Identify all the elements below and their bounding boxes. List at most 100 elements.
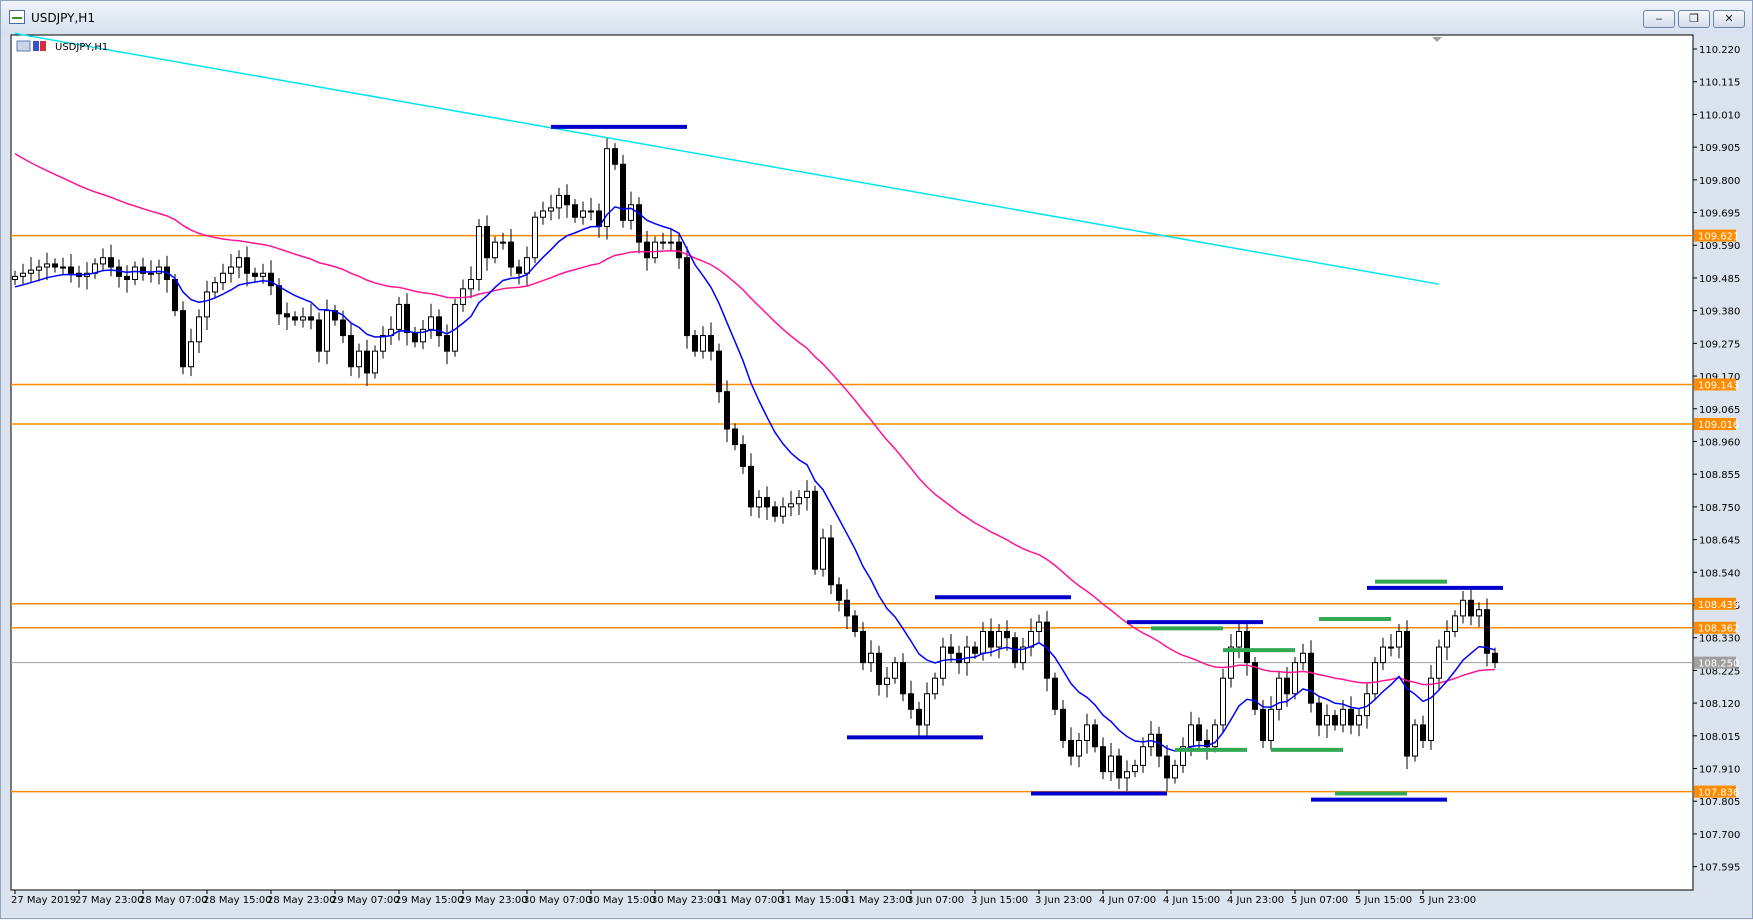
candle-body <box>1116 755 1122 779</box>
candle <box>476 219 482 291</box>
candle-body <box>1268 708 1274 741</box>
candle-body <box>1140 746 1146 766</box>
level-price-label: 109.621 <box>1698 232 1739 243</box>
level-price-label: 109.016 <box>1698 420 1739 431</box>
candle-body <box>356 350 362 368</box>
x-tick-label: 28 May 15:00 <box>203 895 272 906</box>
candle-body <box>412 331 418 343</box>
candle-body <box>372 350 378 374</box>
candle-body <box>148 272 154 275</box>
chart-window: USDJPY,H1 ‒ ❐ ✕ 110.220 110.115 110.010 109… <box>0 0 1753 919</box>
candle-body <box>652 241 658 259</box>
x-tick-label: 4 Jun 07:00 <box>1099 895 1156 906</box>
level-price-label: 108.439 <box>1698 600 1739 611</box>
candle <box>1220 668 1226 733</box>
sell-icon[interactable] <box>40 41 46 51</box>
candle-body <box>68 266 74 274</box>
candle-body <box>1076 739 1082 757</box>
candle-body <box>1236 630 1242 648</box>
candle-body <box>532 216 538 259</box>
y-tick-label: 110.115 <box>1699 78 1740 89</box>
candle-body <box>1380 646 1386 664</box>
candle-body <box>924 693 930 726</box>
candle-body <box>220 272 226 284</box>
candle-body <box>436 316 442 337</box>
candle-body <box>548 207 554 212</box>
candle-body <box>348 335 354 368</box>
candle-body <box>1404 630 1410 757</box>
candle-body <box>644 241 650 259</box>
candle-body <box>740 444 746 467</box>
y-tick-label: 108.750 <box>1699 503 1740 514</box>
x-tick-label: 29 May 07:00 <box>331 895 400 906</box>
candle-body <box>1068 739 1074 757</box>
x-tick-label: 30 May 15:00 <box>587 895 656 906</box>
level-price-label: 109.143 <box>1698 380 1739 391</box>
y-tick-label: 110.220 <box>1699 45 1740 56</box>
y-tick-label: 107.595 <box>1699 863 1740 874</box>
symbol-list-icon[interactable] <box>16 40 31 52</box>
candle-body <box>860 630 866 664</box>
candle-body <box>1396 630 1402 648</box>
candle <box>1372 657 1378 700</box>
candle-body <box>52 263 58 268</box>
candle <box>620 154 626 228</box>
candle-body <box>1428 677 1434 741</box>
candle-body <box>676 241 682 259</box>
candle-body <box>836 584 842 601</box>
candle-body <box>628 204 634 221</box>
candle-body <box>364 350 370 374</box>
candle-body <box>1468 599 1474 617</box>
candle-body <box>324 310 330 352</box>
candle-body <box>524 257 530 274</box>
x-tick-label: 29 May 15:00 <box>395 895 464 906</box>
x-tick-label: 3 Jun 23:00 <box>1035 895 1092 906</box>
candle-body <box>132 266 138 281</box>
candle-body <box>812 490 818 570</box>
candle-body <box>844 599 850 617</box>
candle-body <box>884 677 890 685</box>
candle-body <box>996 630 1002 648</box>
candle-body <box>1292 662 1298 695</box>
candle-body <box>1276 677 1282 710</box>
candle-body <box>580 210 586 218</box>
candle-body <box>716 350 722 393</box>
price-chart[interactable]: 110.220 110.115 110.010 109.905 109.800 109.6… <box>1 1 1753 920</box>
x-tick-label: 31 May 23:00 <box>843 895 912 906</box>
candle-body <box>564 194 570 206</box>
x-tick-label: 4 Jun 15:00 <box>1163 895 1220 906</box>
candle-body <box>1492 652 1498 664</box>
y-tick-label: 109.065 <box>1699 405 1740 416</box>
candle-body <box>1412 724 1418 757</box>
candle-body <box>268 272 274 287</box>
candle-body <box>12 275 18 281</box>
candle-body <box>188 341 194 368</box>
plot-area[interactable] <box>10 34 1694 891</box>
candle-body <box>1476 609 1482 617</box>
candle-body <box>1436 646 1442 679</box>
candle-body <box>316 319 322 352</box>
candle-body <box>948 646 954 654</box>
level-price-label: 107.836 <box>1698 788 1739 799</box>
y-tick-label: 109.590 <box>1699 241 1740 252</box>
candle-body <box>252 272 258 277</box>
candle-body <box>540 210 546 218</box>
candle-body <box>1028 630 1034 648</box>
candle-body <box>308 316 314 321</box>
candle-body <box>756 497 762 508</box>
candle-body <box>876 652 882 685</box>
candle-body <box>1084 724 1090 741</box>
level-price-label: 108.362 <box>1698 624 1739 635</box>
y-tick-label: 108.855 <box>1699 470 1740 481</box>
candle-body <box>1444 630 1450 648</box>
candle-body <box>868 652 874 664</box>
candle <box>180 301 186 375</box>
candle-body <box>1372 662 1378 695</box>
candle <box>1292 657 1298 700</box>
buy-icon[interactable] <box>33 41 39 51</box>
candle-body <box>988 630 994 648</box>
candle-body <box>1052 677 1058 710</box>
candle-body <box>684 257 690 337</box>
candle-body <box>1196 724 1202 741</box>
x-tick-label: 5 Jun 07:00 <box>1291 895 1348 906</box>
